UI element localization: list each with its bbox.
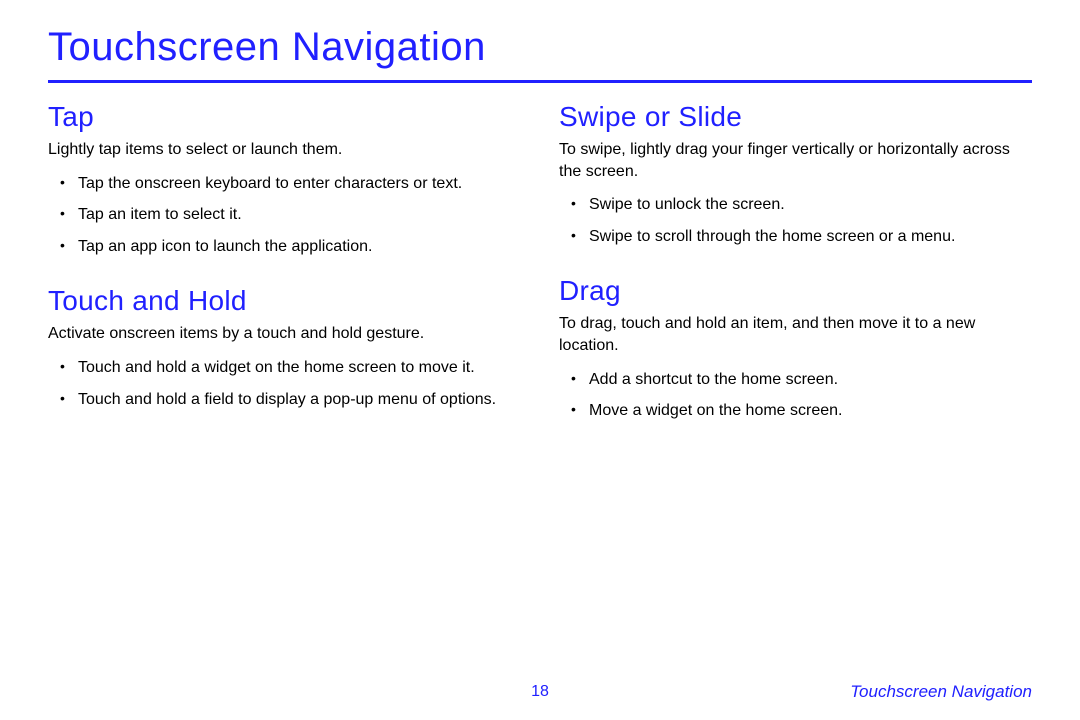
- swipe-intro: To swipe, lightly drag your finger verti…: [559, 139, 1032, 182]
- touch-hold-list: Touch and hold a widget on the home scre…: [48, 357, 521, 410]
- title-divider: [48, 80, 1032, 83]
- list-item: Tap an app icon to launch the applicatio…: [66, 236, 521, 258]
- footer-section-title: Touchscreen Navigation: [850, 682, 1032, 702]
- list-item: Add a shortcut to the home screen.: [577, 369, 1032, 391]
- swipe-heading: Swipe or Slide: [559, 101, 1032, 133]
- right-column: Swipe or Slide To swipe, lightly drag yo…: [559, 101, 1032, 450]
- page-title: Touchscreen Navigation: [48, 25, 1032, 70]
- drag-list: Add a shortcut to the home screen. Move …: [559, 369, 1032, 422]
- tap-heading: Tap: [48, 101, 521, 133]
- list-item: Swipe to unlock the screen.: [577, 194, 1032, 216]
- content-columns: Tap Lightly tap items to select or launc…: [48, 101, 1032, 450]
- list-item: Touch and hold a field to display a pop-…: [66, 389, 521, 411]
- list-item: Move a widget on the home screen.: [577, 400, 1032, 422]
- touch-hold-heading: Touch and Hold: [48, 285, 521, 317]
- list-item: Swipe to scroll through the home screen …: [577, 226, 1032, 248]
- page-footer: 18 Touchscreen Navigation: [0, 682, 1080, 702]
- list-item: Tap the onscreen keyboard to enter chara…: [66, 173, 521, 195]
- tap-intro: Lightly tap items to select or launch th…: [48, 139, 521, 161]
- drag-heading: Drag: [559, 275, 1032, 307]
- tap-list: Tap the onscreen keyboard to enter chara…: [48, 173, 521, 258]
- touch-hold-intro: Activate onscreen items by a touch and h…: [48, 323, 521, 345]
- drag-intro: To drag, touch and hold an item, and the…: [559, 313, 1032, 356]
- list-item: Tap an item to select it.: [66, 204, 521, 226]
- swipe-list: Swipe to unlock the screen. Swipe to scr…: [559, 194, 1032, 247]
- page-number: 18: [531, 683, 549, 701]
- left-column: Tap Lightly tap items to select or launc…: [48, 101, 521, 450]
- list-item: Touch and hold a widget on the home scre…: [66, 357, 521, 379]
